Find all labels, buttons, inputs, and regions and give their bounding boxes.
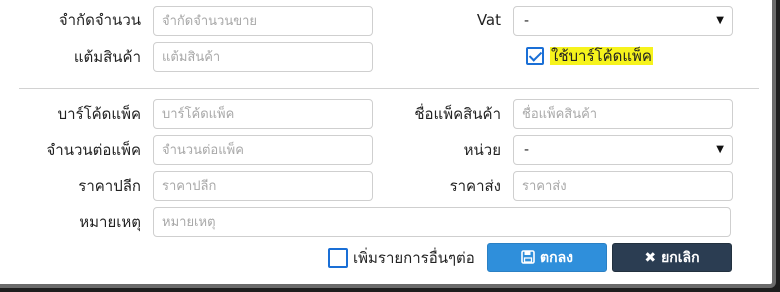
section-divider xyxy=(19,88,759,89)
vat-label: Vat xyxy=(476,11,501,29)
retail-price-input[interactable] xyxy=(153,171,373,201)
pack-name-label: ชื่อแพ็คสินค้า xyxy=(414,105,501,123)
caret-down-icon: ▼ xyxy=(716,144,724,155)
unit-select-value: - xyxy=(524,142,530,158)
caret-down-icon: ▼ xyxy=(716,15,724,26)
floppy-disk-icon xyxy=(521,244,535,272)
ok-button[interactable]: ตกลง xyxy=(487,243,607,272)
points-label: แต้มสินค้า xyxy=(73,48,141,66)
points-input[interactable] xyxy=(153,42,373,72)
use-pack-barcode-label[interactable]: ใช้บาร์โค้ดแพ็ค xyxy=(550,46,653,66)
ok-button-label: ตกลง xyxy=(540,250,573,266)
note-input[interactable] xyxy=(153,207,731,237)
use-pack-barcode-checkbox[interactable] xyxy=(526,47,544,65)
qty-per-pack-label: จำนวนต่อแพ็ค xyxy=(46,141,141,159)
note-label: หมายเหตุ xyxy=(79,213,141,231)
limit-qty-label: จำกัดจำนวน xyxy=(58,11,141,29)
times-icon: ✖ xyxy=(644,250,657,266)
cancel-button[interactable]: ✖ ยกเลิก xyxy=(612,243,732,272)
pack-name-input[interactable] xyxy=(513,99,733,129)
wholesale-price-input[interactable] xyxy=(513,171,733,201)
retail-price-label: ราคาปลีก xyxy=(78,177,141,195)
qty-per-pack-input[interactable] xyxy=(153,135,373,165)
add-more-label[interactable]: เพิ่มรายการอื่นๆต่อ xyxy=(353,248,475,268)
add-more-checkbox[interactable] xyxy=(328,248,348,268)
pack-barcode-input[interactable] xyxy=(153,99,373,129)
pack-barcode-label: บาร์โค้ดแพ็ค xyxy=(57,105,141,123)
limit-qty-input[interactable] xyxy=(153,6,373,36)
vat-select[interactable]: - ▼ xyxy=(513,6,733,36)
vat-select-value: - xyxy=(524,13,530,29)
cancel-button-label: ยกเลิก xyxy=(661,250,700,266)
wholesale-price-label: ราคาส่ง xyxy=(449,177,501,195)
unit-label: หน่วย xyxy=(463,141,501,159)
modal-dialog: จำกัดจำนวน Vat - ▼ แต้มสินค้า ใช้บาร์โค้… xyxy=(0,0,776,288)
unit-select[interactable]: - ▼ xyxy=(513,135,733,165)
